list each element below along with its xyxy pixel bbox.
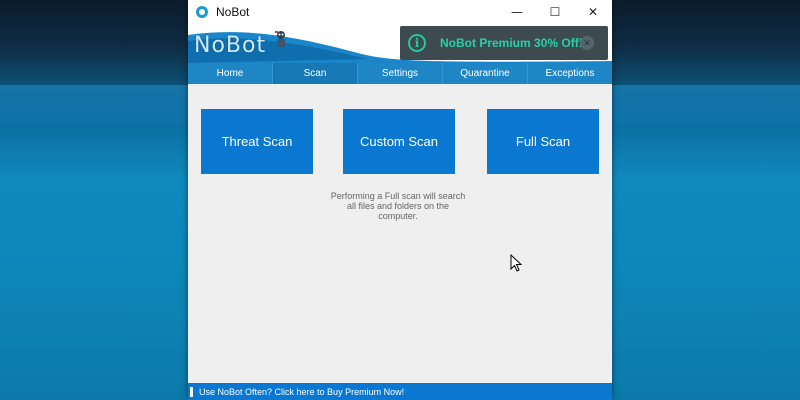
tab-quarantine[interactable]: Quarantine bbox=[443, 63, 528, 84]
footer-marker bbox=[190, 386, 193, 397]
app-header: NoBot i NoBot Premium 30% Off! ✕ bbox=[188, 23, 612, 63]
threat-scan-button[interactable]: Threat Scan bbox=[201, 109, 313, 174]
tab-exceptions[interactable]: Exceptions bbox=[528, 63, 612, 84]
minimize-button[interactable]: — bbox=[498, 0, 536, 23]
promo-text[interactable]: NoBot Premium 30% Off! bbox=[440, 36, 583, 50]
close-button[interactable]: ✕ bbox=[574, 0, 612, 23]
scan-description: Performing a Full scan will search all f… bbox=[330, 191, 466, 221]
nobot-logo: NoBot bbox=[194, 33, 267, 58]
tab-settings[interactable]: Settings bbox=[358, 63, 443, 84]
window-title: NoBot bbox=[216, 4, 250, 19]
info-icon: i bbox=[408, 34, 426, 52]
title-bar[interactable]: NoBot — ☐ ✕ bbox=[188, 0, 612, 23]
custom-scan-button[interactable]: Custom Scan bbox=[343, 109, 455, 174]
footer-text[interactable]: Use NoBot Often? Click here to Buy Premi… bbox=[199, 387, 404, 397]
close-icon[interactable]: ✕ bbox=[580, 36, 594, 50]
tab-scan[interactable]: Scan bbox=[273, 63, 358, 84]
robot-mascot-icon bbox=[275, 31, 285, 47]
main-nav: Home Scan Settings Quarantine Exceptions bbox=[188, 63, 612, 84]
premium-footer-link[interactable]: Use NoBot Often? Click here to Buy Premi… bbox=[188, 383, 612, 400]
maximize-button[interactable]: ☐ bbox=[536, 0, 574, 23]
window-controls: — ☐ ✕ bbox=[498, 0, 612, 23]
full-scan-button[interactable]: Full Scan bbox=[487, 109, 599, 174]
nobot-app-icon bbox=[196, 5, 208, 18]
mouse-pointer-icon bbox=[510, 254, 522, 272]
premium-promo-banner[interactable]: i NoBot Premium 30% Off! ✕ bbox=[400, 26, 608, 60]
tab-home[interactable]: Home bbox=[188, 63, 273, 84]
app-window: NoBot — ☐ ✕ NoBot i NoBot Premium 30% Of… bbox=[188, 0, 612, 400]
